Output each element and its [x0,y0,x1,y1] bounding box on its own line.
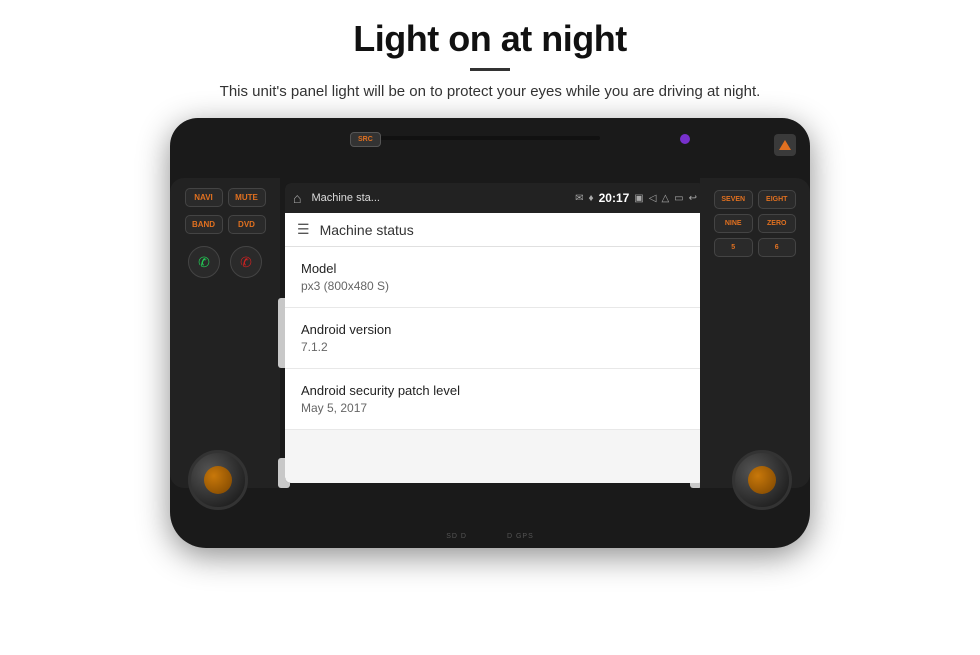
security-patch-label: Android security patch level [301,383,689,398]
disc-slot [380,136,600,140]
topbar-title: Machine status [320,222,414,238]
triangle-icon [779,140,791,150]
right-knob-inner [748,466,776,494]
android-version-value: 7.1.2 [301,340,689,354]
camera-icon: ▣ [634,193,643,204]
right-panel: SEVEN EIGHT NINE ZERO 5 6 [700,178,810,488]
nine-button[interactable]: NINE [714,214,753,233]
band-button[interactable]: BAND [185,215,223,234]
status-bar-title: Machine sta... [311,192,569,204]
page-title: Light on at night [353,18,626,60]
car-unit: SRC NAVI MUTE BAND DVD ✆ ✆ [170,118,810,548]
zero-button[interactable]: ZERO [758,214,797,233]
android-topbar: ☰ Machine status [285,213,705,247]
status-icons: ✉ ♦ 20:17 ▣ ◁ △ ▭ ↩ [575,191,697,205]
volume-icon: ◁ [649,193,657,204]
security-patch-value: May 5, 2017 [301,401,689,415]
info-item-android-version: Android version 7.1.2 [285,308,705,369]
status-time: 20:17 [599,191,630,205]
left-panel: NAVI MUTE BAND DVD ✆ ✆ [170,178,280,488]
page-subtitle: This unit's panel light will be on to pr… [220,83,761,100]
five-button[interactable]: 5 [714,238,753,257]
strip-label-left: SD D [446,533,467,540]
eject-icon: △ [661,193,669,204]
navi-button[interactable]: NAVI [185,188,223,207]
eight-button[interactable]: EIGHT [758,190,797,209]
screen-icon: ▭ [674,193,683,204]
android-content: ☰ Machine status Model px3 (800x480 S) A… [285,213,705,483]
android-version-label: Android version [301,322,689,337]
phone-reject-button[interactable]: ✆ [230,246,262,278]
back-icon: ↩ [689,193,697,204]
hamburger-icon[interactable]: ☰ [297,221,310,238]
title-divider [470,68,510,71]
page-wrapper: Light on at night This unit's panel ligh… [0,0,980,655]
left-btn-row-2: BAND DVD [185,215,266,234]
mute-button[interactable]: MUTE [228,188,266,207]
phone-accept-icon: ✆ [198,254,210,271]
left-knob-inner [204,466,232,494]
home-icon[interactable]: ⌂ [293,190,301,206]
android-status-bar: ⌂ Machine sta... ✉ ♦ 20:17 ▣ ◁ △ ▭ ↩ [285,183,705,213]
right-btn-grid: SEVEN EIGHT NINE ZERO 5 6 [714,190,796,257]
left-btn-row-1: NAVI MUTE [185,188,266,207]
strip-label-right: D GPS [507,533,534,540]
info-item-model: Model px3 (800x480 S) [285,247,705,308]
info-item-security-patch: Android security patch level May 5, 2017 [285,369,705,430]
purple-dot-indicator [680,134,690,144]
seven-button[interactable]: SEVEN [714,190,753,209]
model-label: Model [301,261,689,276]
right-knob[interactable] [732,450,792,510]
six-button[interactable]: 6 [758,238,797,257]
phone-reject-icon: ✆ [240,254,252,271]
phone-buttons: ✆ ✆ [188,246,262,278]
left-knob[interactable] [188,450,248,510]
triangle-button[interactable] [774,134,796,156]
location-icon: ♦ [588,193,593,204]
phone-accept-button[interactable]: ✆ [188,246,220,278]
bottom-strip: SD D D GPS [446,533,534,540]
dvd-button[interactable]: DVD [228,215,266,234]
src-button[interactable]: SRC [350,132,381,147]
model-value: px3 (800x480 S) [301,279,689,293]
screen: ⌂ Machine sta... ✉ ♦ 20:17 ▣ ◁ △ ▭ ↩ ☰ M… [285,183,705,483]
message-icon: ✉ [575,193,583,204]
